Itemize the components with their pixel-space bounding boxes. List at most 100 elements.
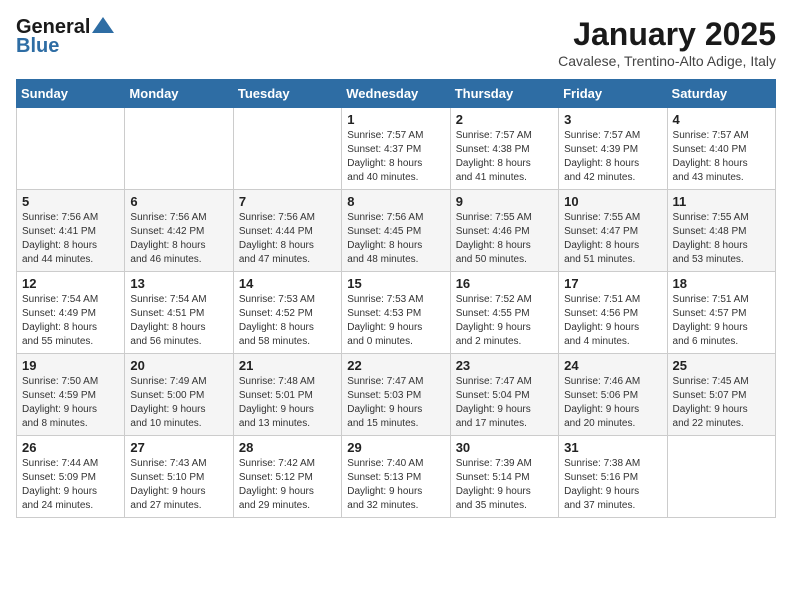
day-info: Sunrise: 7:55 AM Sunset: 4:48 PM Dayligh… (673, 211, 770, 267)
weekday-header-friday: Friday (559, 80, 667, 108)
day-info: Sunrise: 7:55 AM Sunset: 4:47 PM Dayligh… (564, 211, 661, 267)
calendar-day-12: 12 Sunrise: 7:54 AM Sunset: 4:49 PM Dayli… (17, 272, 125, 354)
calendar-day-26: 26 Sunrise: 7:44 AM Sunset: 5:09 PM Dayli… (17, 436, 125, 518)
calendar-day-23: 23Sunrise: 7:47 AM Sunset: 5:04 PM Dayli… (450, 354, 558, 436)
weekday-header-thursday: Thursday (450, 80, 558, 108)
weekday-header-row: SundayMondayTuesdayWednesdayThursdayFrid… (17, 80, 776, 108)
calendar-day-2: 2 Sunrise: 7:57 AM Sunset: 4:38 PM Daylig… (450, 108, 558, 190)
day-number: 29 (347, 440, 444, 455)
calendar-day-20: 20 Sunrise: 7:49 AM Sunset: 5:00 PM Dayli… (125, 354, 233, 436)
day-number: 19 (22, 358, 119, 373)
day-number: 9 (456, 194, 553, 209)
day-number: 14 (239, 276, 336, 291)
calendar-day-14: 14 Sunrise: 7:53 AM Sunset: 4:52 PM Dayli… (233, 272, 341, 354)
weekday-header-sunday: Sunday (17, 80, 125, 108)
calendar-day-15: 15Sunrise: 7:53 AM Sunset: 4:53 PM Dayli… (342, 272, 450, 354)
calendar-day-22: 22 Sunrise: 7:47 AM Sunset: 5:03 PM Dayli… (342, 354, 450, 436)
day-info: Sunrise: 7:52 AM Sunset: 4:55 PM Dayligh… (456, 293, 553, 349)
day-number: 22 (347, 358, 444, 373)
title-section: January 2025 Cavalese, Trentino-Alto Adi… (558, 16, 776, 69)
day-number: 17 (564, 276, 661, 291)
day-info: Sunrise: 7:54 AM Sunset: 4:49 PM Dayligh… (22, 293, 119, 349)
calendar-day-8: 8 Sunrise: 7:56 AM Sunset: 4:45 PM Daylig… (342, 190, 450, 272)
day-info: Sunrise: 7:51 AM Sunset: 4:56 PM Dayligh… (564, 293, 661, 349)
empty-cell (17, 108, 125, 190)
day-info: Sunrise: 7:53 AM Sunset: 4:52 PM Dayligh… (239, 293, 336, 349)
day-info: Sunrise: 7:57 AM Sunset: 4:38 PM Dayligh… (456, 129, 553, 185)
day-number: 30 (456, 440, 553, 455)
calendar-day-21: 21Sunrise: 7:48 AM Sunset: 5:01 PM Dayli… (233, 354, 341, 436)
day-info: Sunrise: 7:38 AM Sunset: 5:16 PM Dayligh… (564, 457, 661, 513)
day-info: Sunrise: 7:57 AM Sunset: 4:37 PM Dayligh… (347, 129, 444, 185)
day-info: Sunrise: 7:44 AM Sunset: 5:09 PM Dayligh… (22, 457, 119, 513)
day-number: 11 (673, 194, 770, 209)
day-number: 28 (239, 440, 336, 455)
day-number: 18 (673, 276, 770, 291)
day-number: 20 (130, 358, 227, 373)
day-info: Sunrise: 7:56 AM Sunset: 4:42 PM Dayligh… (130, 211, 227, 267)
day-info: Sunrise: 7:39 AM Sunset: 5:14 PM Dayligh… (456, 457, 553, 513)
weekday-header-tuesday: Tuesday (233, 80, 341, 108)
calendar-day-16: 16Sunrise: 7:52 AM Sunset: 4:55 PM Dayli… (450, 272, 558, 354)
calendar-day-31: 31 Sunrise: 7:38 AM Sunset: 5:16 PM Dayli… (559, 436, 667, 518)
day-info: Sunrise: 7:49 AM Sunset: 5:00 PM Dayligh… (130, 375, 227, 431)
day-number: 26 (22, 440, 119, 455)
calendar-week-row: 12 Sunrise: 7:54 AM Sunset: 4:49 PM Dayli… (17, 272, 776, 354)
weekday-header-monday: Monday (125, 80, 233, 108)
calendar-day-19: 19 Sunrise: 7:50 AM Sunset: 4:59 PM Dayli… (17, 354, 125, 436)
calendar-day-24: 24 Sunrise: 7:46 AM Sunset: 5:06 PM Dayli… (559, 354, 667, 436)
day-info: Sunrise: 7:45 AM Sunset: 5:07 PM Dayligh… (673, 375, 770, 431)
day-number: 31 (564, 440, 661, 455)
calendar-day-10: 10 Sunrise: 7:55 AM Sunset: 4:47 PM Dayli… (559, 190, 667, 272)
day-info: Sunrise: 7:42 AM Sunset: 5:12 PM Dayligh… (239, 457, 336, 513)
calendar-day-7: 7Sunrise: 7:56 AM Sunset: 4:44 PM Daylig… (233, 190, 341, 272)
day-number: 10 (564, 194, 661, 209)
calendar-day-30: 30 Sunrise: 7:39 AM Sunset: 5:14 PM Dayli… (450, 436, 558, 518)
calendar-week-row: 19 Sunrise: 7:50 AM Sunset: 4:59 PM Dayli… (17, 354, 776, 436)
day-info: Sunrise: 7:40 AM Sunset: 5:13 PM Dayligh… (347, 457, 444, 513)
day-number: 12 (22, 276, 119, 291)
day-info: Sunrise: 7:51 AM Sunset: 4:57 PM Dayligh… (673, 293, 770, 349)
day-number: 25 (673, 358, 770, 373)
calendar-week-row: 26 Sunrise: 7:44 AM Sunset: 5:09 PM Dayli… (17, 436, 776, 518)
calendar-table: SundayMondayTuesdayWednesdayThursdayFrid… (16, 79, 776, 518)
calendar-day-28: 28 Sunrise: 7:42 AM Sunset: 5:12 PM Dayli… (233, 436, 341, 518)
calendar-day-25: 25 Sunrise: 7:45 AM Sunset: 5:07 PM Dayli… (667, 354, 775, 436)
calendar-day-3: 3 Sunrise: 7:57 AM Sunset: 4:39 PM Daylig… (559, 108, 667, 190)
calendar-day-6: 6 Sunrise: 7:56 AM Sunset: 4:42 PM Daylig… (125, 190, 233, 272)
day-number: 24 (564, 358, 661, 373)
empty-cell (667, 436, 775, 518)
day-info: Sunrise: 7:54 AM Sunset: 4:51 PM Dayligh… (130, 293, 227, 349)
calendar-day-17: 17 Sunrise: 7:51 AM Sunset: 4:56 PM Dayli… (559, 272, 667, 354)
calendar-day-9: 9 Sunrise: 7:55 AM Sunset: 4:46 PM Daylig… (450, 190, 558, 272)
day-info: Sunrise: 7:55 AM Sunset: 4:46 PM Dayligh… (456, 211, 553, 267)
day-number: 3 (564, 112, 661, 127)
day-info: Sunrise: 7:57 AM Sunset: 4:39 PM Dayligh… (564, 129, 661, 185)
day-info: Sunrise: 7:56 AM Sunset: 4:45 PM Dayligh… (347, 211, 444, 267)
calendar-week-row: 1 Sunrise: 7:57 AM Sunset: 4:37 PM Daylig… (17, 108, 776, 190)
day-info: Sunrise: 7:57 AM Sunset: 4:40 PM Dayligh… (673, 129, 770, 185)
calendar-day-27: 27Sunrise: 7:43 AM Sunset: 5:10 PM Dayli… (125, 436, 233, 518)
day-number: 8 (347, 194, 444, 209)
day-number: 23 (456, 358, 553, 373)
empty-cell (233, 108, 341, 190)
day-info: Sunrise: 7:56 AM Sunset: 4:41 PM Dayligh… (22, 211, 119, 267)
page-header: General Blue January 2025 Cavalese, Tren… (16, 16, 776, 69)
day-number: 6 (130, 194, 227, 209)
calendar-day-29: 29 Sunrise: 7:40 AM Sunset: 5:13 PM Dayli… (342, 436, 450, 518)
day-info: Sunrise: 7:47 AM Sunset: 5:03 PM Dayligh… (347, 375, 444, 431)
day-info: Sunrise: 7:46 AM Sunset: 5:06 PM Dayligh… (564, 375, 661, 431)
calendar-day-5: 5Sunrise: 7:56 AM Sunset: 4:41 PM Daylig… (17, 190, 125, 272)
day-number: 4 (673, 112, 770, 127)
logo-blue-text: Blue (16, 35, 59, 58)
day-number: 13 (130, 276, 227, 291)
month-title: January 2025 (558, 16, 776, 53)
calendar-day-13: 13 Sunrise: 7:54 AM Sunset: 4:51 PM Dayli… (125, 272, 233, 354)
day-info: Sunrise: 7:56 AM Sunset: 4:44 PM Dayligh… (239, 211, 336, 267)
weekday-header-saturday: Saturday (667, 80, 775, 108)
logo: General Blue (16, 16, 114, 58)
day-number: 2 (456, 112, 553, 127)
day-info: Sunrise: 7:50 AM Sunset: 4:59 PM Dayligh… (22, 375, 119, 431)
calendar-day-1: 1 Sunrise: 7:57 AM Sunset: 4:37 PM Daylig… (342, 108, 450, 190)
day-number: 1 (347, 112, 444, 127)
